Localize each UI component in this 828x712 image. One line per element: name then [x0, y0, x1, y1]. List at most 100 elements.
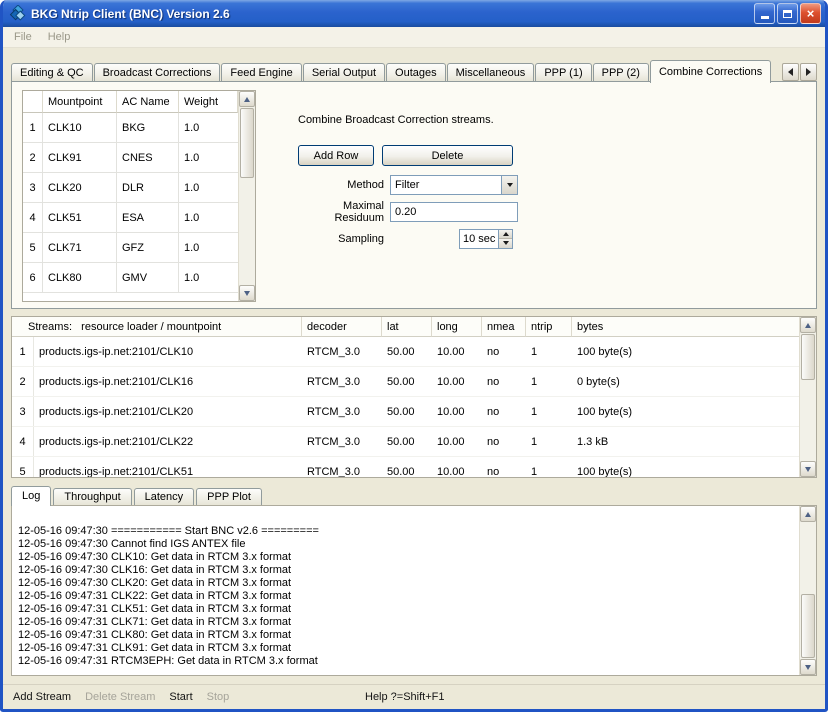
- titlebar[interactable]: BKG Ntrip Client (BNC) Version 2.6 ×: [3, 0, 825, 27]
- table-cell: 10.00: [432, 457, 482, 477]
- scroll-up-button[interactable]: [800, 506, 816, 522]
- tab-throughput[interactable]: Throughput: [53, 488, 131, 505]
- table-row[interactable]: 2products.igs-ip.net:2101/CLK16RTCM_3.05…: [12, 367, 799, 397]
- table-row[interactable]: 3products.igs-ip.net:2101/CLK20RTCM_3.05…: [12, 397, 799, 427]
- method-dropdown-button[interactable]: [501, 176, 517, 194]
- scrollbar-thumb[interactable]: [240, 108, 254, 178]
- row-number-cell: 1: [12, 337, 34, 366]
- sampling-down-button[interactable]: [499, 238, 512, 248]
- row-number-cell: 4: [12, 427, 34, 456]
- table-cell: no: [482, 457, 526, 477]
- scroll-up-button[interactable]: [239, 91, 255, 107]
- tab-scroll-left-button[interactable]: [782, 63, 799, 81]
- column-header-decoder: decoder: [302, 317, 382, 337]
- table-cell[interactable]: DLR: [117, 173, 179, 203]
- status-actions: Add StreamDelete StreamStartStop: [13, 691, 243, 703]
- streams-scrollbar[interactable]: [799, 317, 816, 477]
- table-cell: no: [482, 367, 526, 396]
- scroll-down-button[interactable]: [239, 285, 255, 301]
- log-panel: 12-05-16 09:47:30 =========== Start BNC …: [11, 505, 817, 676]
- table-cell[interactable]: GFZ: [117, 233, 179, 263]
- scrollbar-thumb[interactable]: [801, 334, 815, 380]
- sampling-up-button[interactable]: [499, 230, 512, 239]
- row-number-cell: 3: [23, 173, 43, 203]
- scrollbar-thumb[interactable]: [801, 594, 815, 658]
- table-cell[interactable]: 1.0: [179, 173, 238, 203]
- table-cell: 1: [526, 397, 572, 426]
- table-cell: 100 byte(s): [572, 457, 799, 477]
- table-cell[interactable]: BKG: [117, 113, 179, 143]
- sampling-value: 10 sec: [460, 230, 498, 248]
- table-cell[interactable]: 1.0: [179, 263, 238, 293]
- method-label: Method: [298, 179, 390, 191]
- table-cell[interactable]: ESA: [117, 203, 179, 233]
- tab-feed-engine[interactable]: Feed Engine: [221, 63, 301, 82]
- combine-description: Combine Broadcast Correction streams.: [298, 114, 548, 126]
- table-cell: 10.00: [432, 427, 482, 456]
- table-row[interactable]: 5products.igs-ip.net:2101/CLK51RTCM_3.05…: [12, 457, 799, 477]
- table-cell[interactable]: CLK71: [43, 233, 117, 263]
- scroll-down-button[interactable]: [800, 461, 816, 477]
- table-cell[interactable]: 1.0: [179, 113, 238, 143]
- tab-strip: Editing & QCBroadcast CorrectionsFeed En…: [11, 58, 817, 82]
- close-button[interactable]: ×: [800, 3, 821, 24]
- add-row-button[interactable]: Add Row: [298, 145, 374, 166]
- arrow-left-icon: [788, 68, 793, 76]
- tab-combine-corrections[interactable]: Combine Corrections: [650, 60, 771, 83]
- residuum-label: Maximal Residuum: [298, 200, 390, 224]
- tab-broadcast-corrections[interactable]: Broadcast Corrections: [94, 63, 221, 82]
- log-line: 12-05-16 09:47:31 RTCM3EPH: Get data in …: [18, 655, 799, 668]
- log-scrollbar[interactable]: [799, 506, 816, 675]
- row-number-cell: 3: [12, 397, 34, 426]
- combine-table-scrollbar[interactable]: [238, 91, 255, 301]
- tab-scroll-arrows: [781, 63, 817, 81]
- app-icon: [9, 5, 26, 22]
- table-cell[interactable]: CLK20: [43, 173, 117, 203]
- statusbar: Add StreamDelete StreamStartStop Help ?=…: [3, 684, 825, 709]
- tab-latency[interactable]: Latency: [134, 488, 195, 505]
- log-line: 12-05-16 09:47:31 CLK91: Get data in RTC…: [18, 642, 799, 655]
- table-row[interactable]: 1products.igs-ip.net:2101/CLK10RTCM_3.05…: [12, 337, 799, 367]
- tab-miscellaneous[interactable]: Miscellaneous: [447, 63, 535, 82]
- table-cell[interactable]: CLK51: [43, 203, 117, 233]
- table-cell[interactable]: 1.0: [179, 143, 238, 173]
- tab-editing-qc[interactable]: Editing & QC: [11, 63, 93, 82]
- residuum-input[interactable]: [390, 202, 518, 222]
- maximize-button[interactable]: [777, 3, 798, 24]
- method-value: Filter: [391, 176, 501, 194]
- table-cell: products.igs-ip.net:2101/CLK20: [34, 397, 302, 426]
- minimize-button[interactable]: [754, 3, 775, 24]
- table-row: 3CLK20DLR1.0: [23, 173, 238, 203]
- table-cell[interactable]: GMV: [117, 263, 179, 293]
- table-row[interactable]: 4products.igs-ip.net:2101/CLK22RTCM_3.05…: [12, 427, 799, 457]
- method-select[interactable]: Filter: [390, 175, 518, 195]
- menu-help[interactable]: Help: [41, 29, 78, 45]
- tab-outages[interactable]: Outages: [386, 63, 446, 82]
- scroll-up-button[interactable]: [800, 317, 816, 333]
- tab-log[interactable]: Log: [11, 486, 51, 506]
- tab-ppp-1[interactable]: PPP (1): [535, 63, 591, 82]
- menu-file[interactable]: File: [7, 29, 39, 45]
- table-cell[interactable]: CLK91: [43, 143, 117, 173]
- table-cell: products.igs-ip.net:2101/CLK16: [34, 367, 302, 396]
- scroll-down-button[interactable]: [800, 659, 816, 675]
- table-cell[interactable]: 1.0: [179, 233, 238, 263]
- table-cell[interactable]: CLK80: [43, 263, 117, 293]
- menubar: File Help: [3, 27, 825, 48]
- table-cell[interactable]: CNES: [117, 143, 179, 173]
- tab-ppp-plot[interactable]: PPP Plot: [196, 488, 262, 505]
- combine-table-body: 1CLK10BKG1.02CLK91CNES1.03CLK20DLR1.04CL…: [23, 113, 238, 301]
- log-line: 12-05-16 09:47:30 Cannot find IGS ANTEX …: [18, 538, 799, 551]
- add-stream-action[interactable]: Add Stream: [13, 691, 71, 703]
- sampling-spinner[interactable]: 10 sec: [459, 229, 513, 249]
- row-number-cell: 6: [23, 263, 43, 293]
- table-cell: 50.00: [382, 397, 432, 426]
- delete-button[interactable]: Delete: [382, 145, 513, 166]
- tab-scroll-right-button[interactable]: [800, 63, 817, 81]
- tab-serial-output[interactable]: Serial Output: [303, 63, 385, 82]
- start-action[interactable]: Start: [169, 691, 192, 703]
- tab-ppp-2[interactable]: PPP (2): [593, 63, 649, 82]
- table-cell[interactable]: CLK10: [43, 113, 117, 143]
- table-cell: 50.00: [382, 367, 432, 396]
- table-cell[interactable]: 1.0: [179, 203, 238, 233]
